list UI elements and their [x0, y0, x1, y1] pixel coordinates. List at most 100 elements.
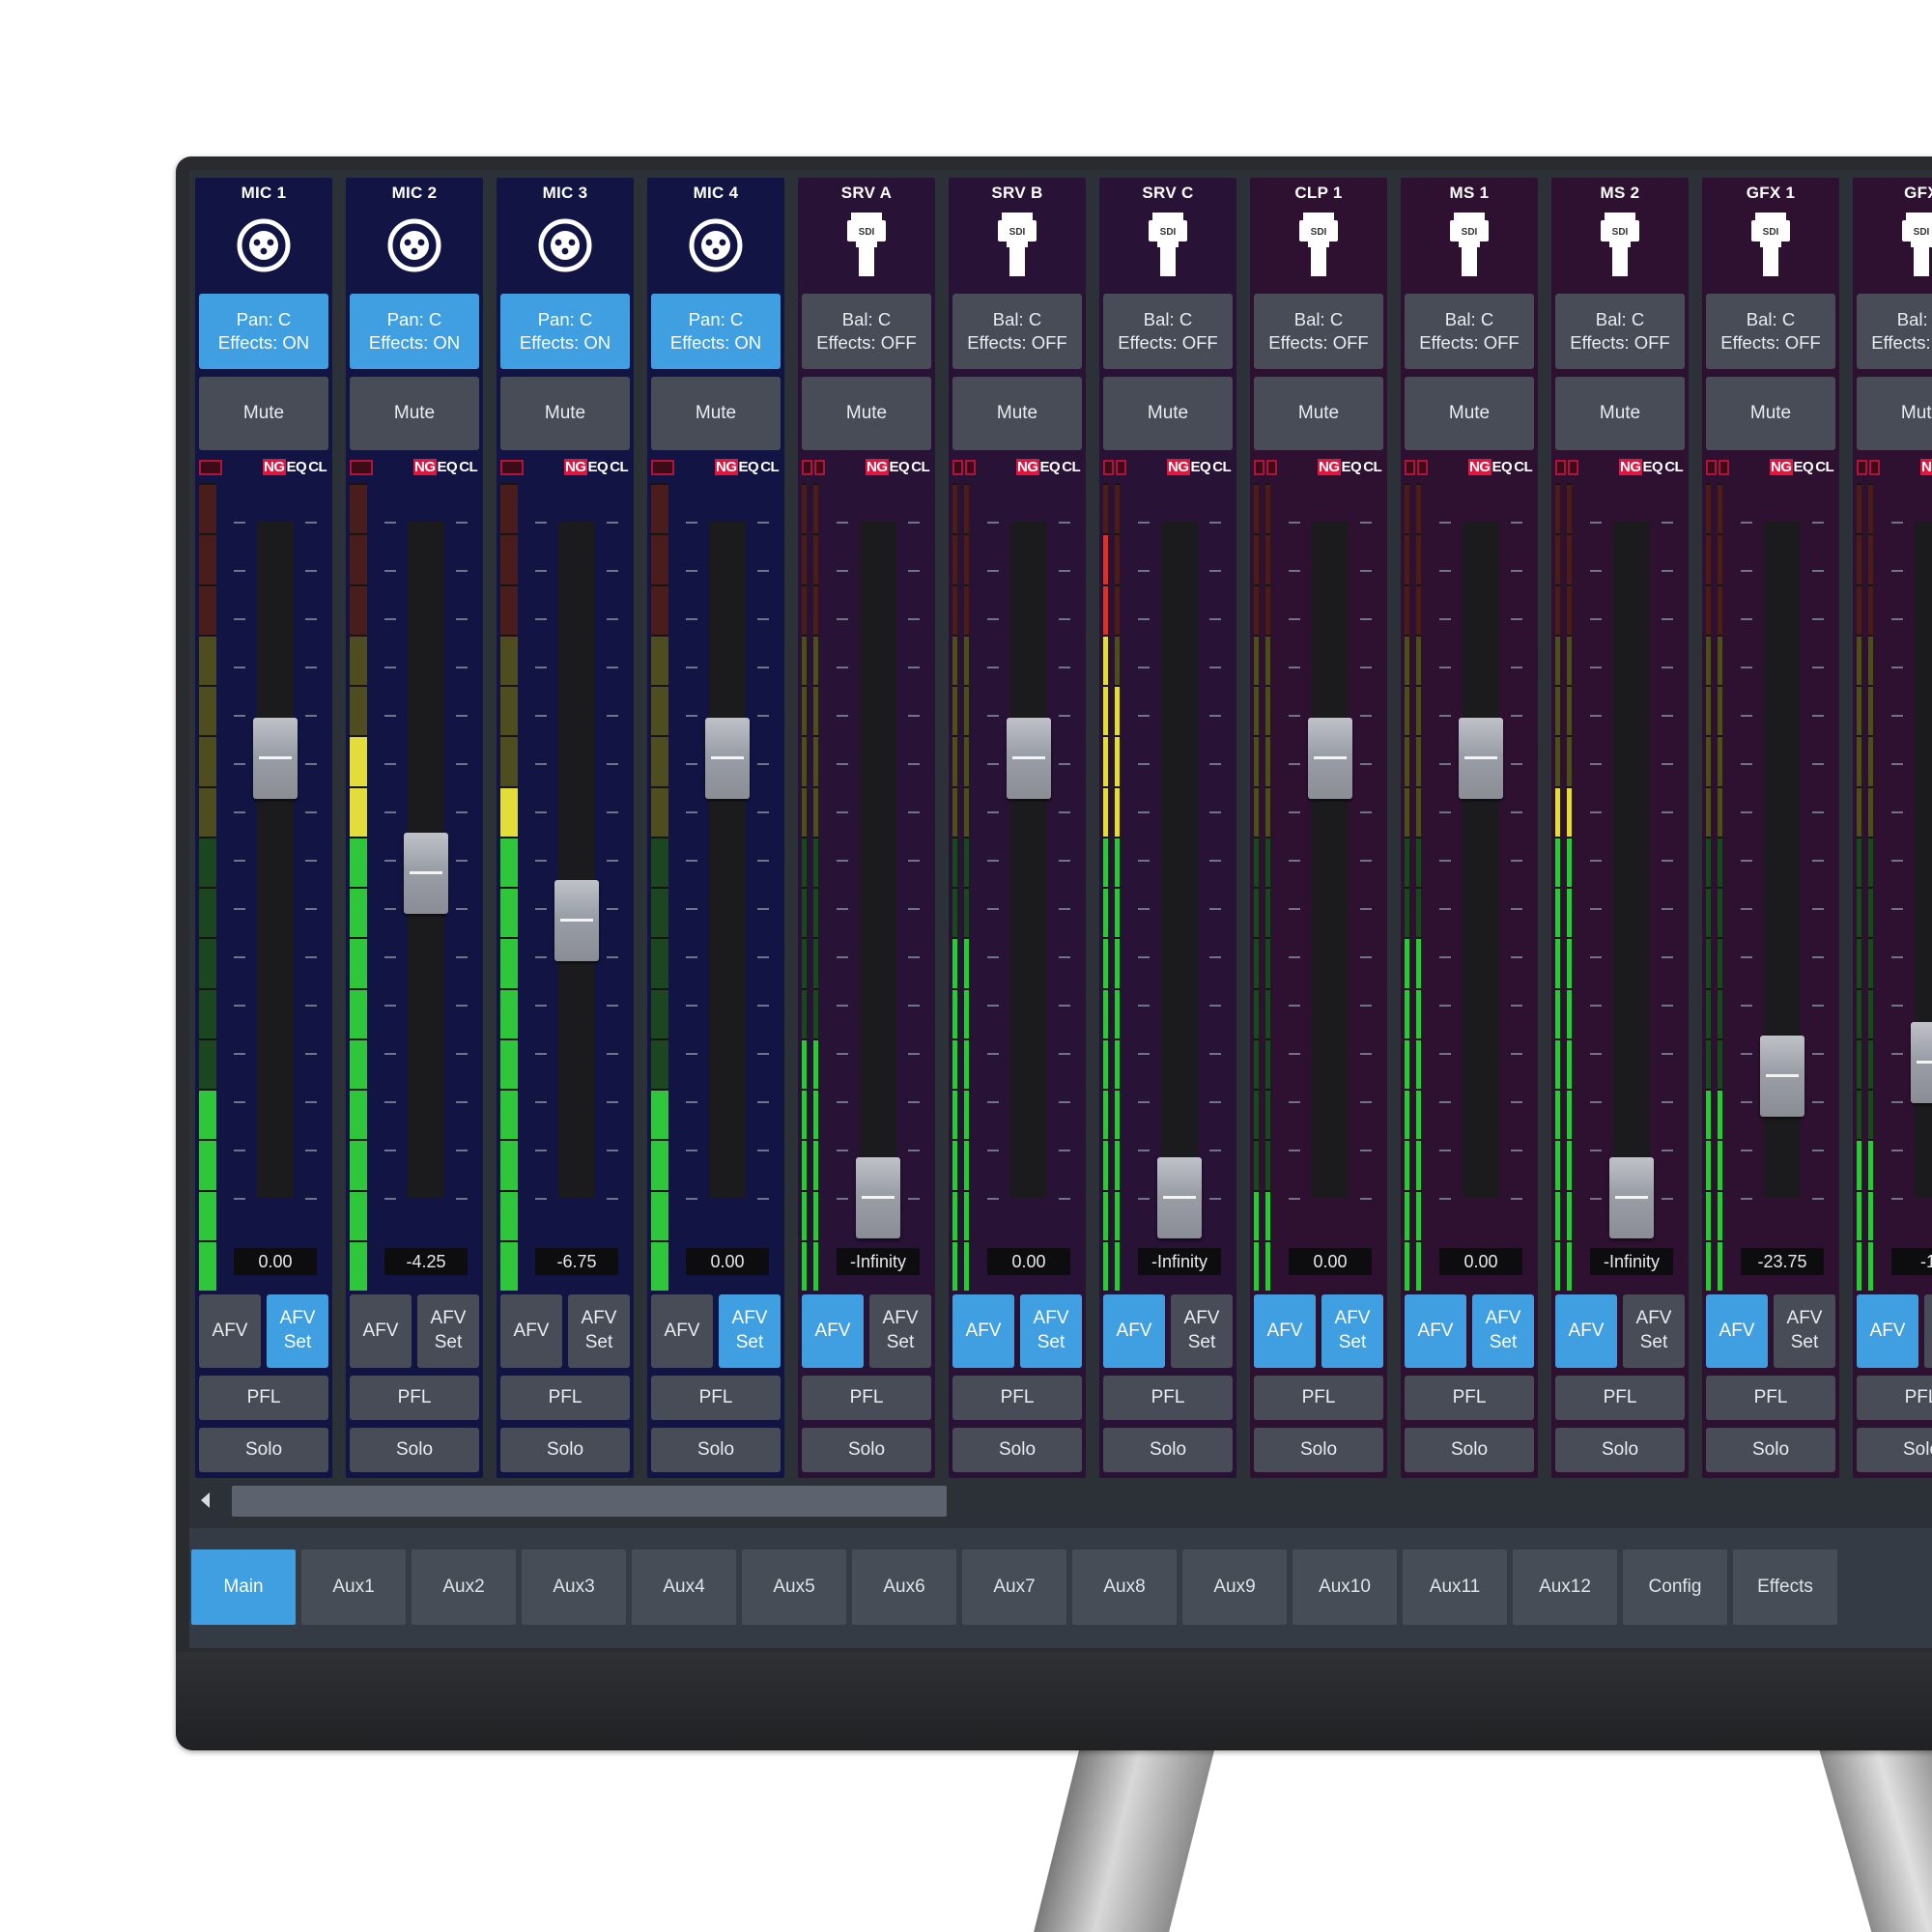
fader-knob[interactable] — [1007, 718, 1051, 799]
noise-gate-tag[interactable]: NG — [1167, 459, 1190, 475]
tab-aux12[interactable]: Aux12 — [1513, 1549, 1617, 1625]
compressor-limiter-tag[interactable]: CL — [307, 459, 327, 475]
noise-gate-tag[interactable]: NG — [715, 459, 738, 475]
pan-effects-button[interactable]: Bal: C Effects: OFF — [1857, 294, 1932, 369]
pfl-button[interactable]: PFL — [1555, 1376, 1685, 1420]
eq-tag[interactable]: EQ — [437, 459, 459, 475]
fader-knob[interactable] — [554, 880, 599, 961]
mute-button[interactable]: Mute — [1706, 377, 1835, 450]
noise-gate-tag[interactable]: NG — [1920, 459, 1932, 475]
tab-aux1[interactable]: Aux1 — [301, 1549, 406, 1625]
fader-knob[interactable] — [253, 718, 298, 799]
fader-track[interactable] — [709, 522, 746, 1198]
eq-tag[interactable]: EQ — [1039, 459, 1062, 475]
solo-button[interactable]: Solo — [952, 1428, 1082, 1472]
processing-tags[interactable]: NGEQCL — [866, 459, 930, 476]
scroll-left-arrow-icon[interactable] — [201, 1492, 210, 1508]
solo-button[interactable]: Solo — [350, 1428, 479, 1472]
mute-button[interactable]: Mute — [500, 377, 630, 450]
fader-knob[interactable] — [1157, 1157, 1202, 1238]
afv-set-button[interactable]: AFVSet — [417, 1294, 479, 1368]
pan-effects-button[interactable]: Bal: C Effects: OFF — [802, 294, 931, 369]
afv-set-button[interactable]: AFVSet — [719, 1294, 781, 1368]
pan-effects-button[interactable]: Bal: C Effects: OFF — [952, 294, 1082, 369]
pfl-button[interactable]: PFL — [1103, 1376, 1233, 1420]
pfl-button[interactable]: PFL — [952, 1376, 1082, 1420]
processing-tags[interactable]: NGEQCL — [1016, 459, 1081, 476]
tab-aux3[interactable]: Aux3 — [522, 1549, 626, 1625]
tab-aux8[interactable]: Aux8 — [1072, 1549, 1177, 1625]
fader-track[interactable] — [1010, 522, 1047, 1198]
fader-knob[interactable] — [404, 833, 448, 914]
compressor-limiter-tag[interactable]: CL — [458, 459, 478, 475]
eq-tag[interactable]: EQ — [1642, 459, 1664, 475]
afv-button[interactable]: AFV — [1254, 1294, 1316, 1368]
noise-gate-tag[interactable]: NG — [1318, 459, 1341, 475]
mute-button[interactable]: Mute — [1555, 377, 1685, 450]
noise-gate-tag[interactable]: NG — [413, 459, 437, 475]
fader-track[interactable] — [1613, 522, 1650, 1198]
pfl-button[interactable]: PFL — [1857, 1376, 1932, 1420]
compressor-limiter-tag[interactable]: CL — [1362, 459, 1382, 475]
afv-button[interactable]: AFV — [952, 1294, 1014, 1368]
afv-set-button[interactable]: AFVSet — [1171, 1294, 1233, 1368]
fader-track[interactable] — [558, 522, 595, 1198]
tab-config[interactable]: Config — [1623, 1549, 1727, 1625]
tab-aux9[interactable]: Aux9 — [1182, 1549, 1287, 1625]
fader-track[interactable] — [1161, 522, 1198, 1198]
pfl-button[interactable]: PFL — [199, 1376, 328, 1420]
noise-gate-tag[interactable]: NG — [564, 459, 587, 475]
afv-set-button[interactable]: AFVSet — [1924, 1294, 1932, 1368]
compressor-limiter-tag[interactable]: CL — [1663, 459, 1684, 475]
noise-gate-tag[interactable]: NG — [1770, 459, 1793, 475]
mute-button[interactable]: Mute — [952, 377, 1082, 450]
processing-tags[interactable]: NGEQCL — [1619, 459, 1684, 476]
afv-set-button[interactable]: AFVSet — [1623, 1294, 1685, 1368]
pan-effects-button[interactable]: Bal: C Effects: OFF — [1706, 294, 1835, 369]
processing-tags[interactable]: NGEQCL — [715, 459, 780, 476]
tab-aux10[interactable]: Aux10 — [1293, 1549, 1397, 1625]
fader-track[interactable] — [257, 522, 294, 1198]
eq-tag[interactable]: EQ — [889, 459, 911, 475]
afv-button[interactable]: AFV — [199, 1294, 261, 1368]
solo-button[interactable]: Solo — [802, 1428, 931, 1472]
eq-tag[interactable]: EQ — [1492, 459, 1514, 475]
pan-effects-button[interactable]: Pan: C Effects: ON — [199, 294, 328, 369]
noise-gate-tag[interactable]: NG — [263, 459, 286, 475]
processing-tags[interactable]: NGEQCL — [413, 459, 478, 476]
processing-tags[interactable]: NGEQCL — [1468, 459, 1533, 476]
afv-button[interactable]: AFV — [651, 1294, 713, 1368]
mute-button[interactable]: Mute — [1857, 377, 1932, 450]
pan-effects-button[interactable]: Bal: C Effects: OFF — [1555, 294, 1685, 369]
afv-set-button[interactable]: AFVSet — [568, 1294, 630, 1368]
processing-tags[interactable]: NGEQCL — [1770, 459, 1834, 476]
mute-button[interactable]: Mute — [651, 377, 781, 450]
pan-effects-button[interactable]: Pan: C Effects: ON — [350, 294, 479, 369]
pan-effects-button[interactable]: Pan: C Effects: ON — [500, 294, 630, 369]
compressor-limiter-tag[interactable]: CL — [1513, 459, 1533, 475]
afv-set-button[interactable]: AFVSet — [267, 1294, 328, 1368]
tab-effects[interactable]: Effects — [1733, 1549, 1837, 1625]
solo-button[interactable]: Solo — [1103, 1428, 1233, 1472]
afv-button[interactable]: AFV — [802, 1294, 864, 1368]
fader-knob[interactable] — [1760, 1036, 1804, 1117]
compressor-limiter-tag[interactable]: CL — [1814, 459, 1834, 475]
pan-effects-button[interactable]: Pan: C Effects: ON — [651, 294, 781, 369]
processing-tags[interactable]: NGEQCL — [1920, 459, 1932, 476]
noise-gate-tag[interactable]: NG — [1468, 459, 1492, 475]
mute-button[interactable]: Mute — [199, 377, 328, 450]
fader-knob[interactable] — [1308, 718, 1352, 799]
eq-tag[interactable]: EQ — [1793, 459, 1815, 475]
afv-set-button[interactable]: AFVSet — [1472, 1294, 1534, 1368]
solo-button[interactable]: Solo — [500, 1428, 630, 1472]
afv-button[interactable]: AFV — [1706, 1294, 1768, 1368]
afv-set-button[interactable]: AFVSet — [1020, 1294, 1082, 1368]
mute-button[interactable]: Mute — [1405, 377, 1534, 450]
noise-gate-tag[interactable]: NG — [866, 459, 889, 475]
compressor-limiter-tag[interactable]: CL — [1211, 459, 1232, 475]
mute-button[interactable]: Mute — [1103, 377, 1233, 450]
eq-tag[interactable]: EQ — [1341, 459, 1363, 475]
afv-button[interactable]: AFV — [1857, 1294, 1918, 1368]
afv-button[interactable]: AFV — [1405, 1294, 1466, 1368]
solo-button[interactable]: Solo — [1405, 1428, 1534, 1472]
